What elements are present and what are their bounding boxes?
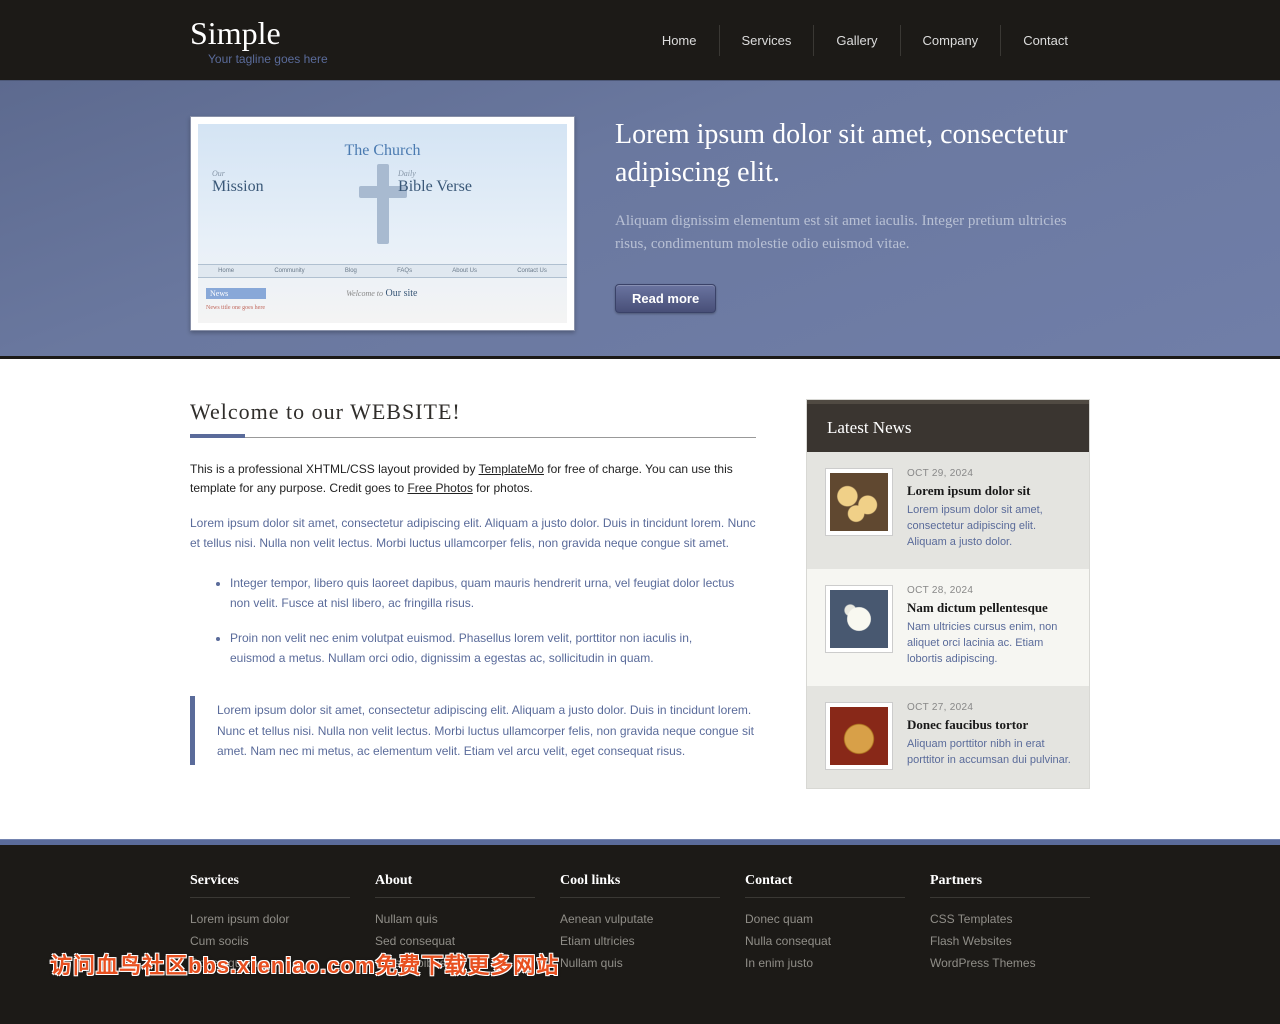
- logo-title: Simple: [190, 15, 328, 52]
- paragraph-1: Lorem ipsum dolor sit amet, consectetur …: [190, 514, 756, 552]
- main: Welcome to our WEBSITE! This is a profes…: [190, 399, 1090, 789]
- preview-title: The Church: [345, 142, 421, 160]
- logo-tagline: Your tagline goes here: [208, 52, 328, 66]
- footer-link[interactable]: Flash Websites: [930, 934, 1012, 948]
- footer-heading: About: [375, 873, 535, 898]
- footer-heading: Partners: [930, 873, 1090, 898]
- news-date: OCT 27, 2024: [907, 702, 1071, 713]
- footer-link[interactable]: Nullam quis: [560, 956, 623, 970]
- footer-link[interactable]: Cras dapibus: [375, 956, 446, 970]
- footer-link[interactable]: CSS Templates: [930, 912, 1012, 926]
- footer: Services Lorem ipsum dolor Cum sociis Do…: [0, 845, 1280, 1024]
- hero-image-frame: The Church Our Mission Daily Bible Verse…: [190, 116, 575, 331]
- footer-link[interactable]: Nullam quis: [375, 912, 438, 926]
- free-photos-link[interactable]: Free Photos: [407, 481, 472, 495]
- hero-heading: Lorem ipsum dolor sit amet, consectetur …: [615, 116, 1090, 192]
- news-thumbnail: [825, 585, 893, 653]
- blockquote: Lorem ipsum dolor sit amet, consectetur …: [190, 696, 756, 765]
- news-thumbnail: [825, 468, 893, 536]
- footer-col-services: Services Lorem ipsum dolor Cum sociis Do…: [190, 873, 350, 974]
- read-more-button[interactable]: Read more: [615, 284, 716, 313]
- hero: The Church Our Mission Daily Bible Verse…: [0, 80, 1280, 359]
- footer-link[interactable]: Etiam ultricies: [560, 934, 635, 948]
- news-thumbnail: [825, 702, 893, 770]
- nav-contact[interactable]: Contact: [1000, 25, 1090, 56]
- footer-col-partners: Partners CSS Templates Flash Websites Wo…: [930, 873, 1090, 974]
- logo[interactable]: Simple Your tagline goes here: [190, 15, 328, 66]
- intro-paragraph: This is a professional XHTML/CSS layout …: [190, 460, 756, 498]
- nav-gallery[interactable]: Gallery: [813, 25, 899, 56]
- header: Simple Your tagline goes here Home Servi…: [0, 0, 1280, 80]
- sidebar-heading: Latest News: [807, 400, 1089, 452]
- news-item[interactable]: OCT 29, 2024 Lorem ipsum dolor sit Lorem…: [807, 452, 1089, 569]
- footer-col-cool-links: Cool links Aenean vulputate Etiam ultric…: [560, 873, 720, 974]
- footer-col-contact: Contact Donec quam Nulla consequat In en…: [745, 873, 905, 974]
- footer-col-about: About Nullam quis Sed consequat Cras dap…: [375, 873, 535, 974]
- footer-heading: Services: [190, 873, 350, 898]
- footer-link[interactable]: Aenean vulputate: [560, 912, 653, 926]
- news-title: Nam dictum pellentesque: [907, 600, 1071, 616]
- news-title: Donec faucibus tortor: [907, 717, 1071, 733]
- footer-link[interactable]: Sed consequat: [375, 934, 455, 948]
- footer-link[interactable]: WordPress Themes: [930, 956, 1036, 970]
- news-item[interactable]: OCT 28, 2024 Nam dictum pellentesque Nam…: [807, 569, 1089, 686]
- hero-subheading: Aliquam dignissim elementum est sit amet…: [615, 210, 1090, 257]
- preview-welcome: Welcome to Our site: [338, 282, 567, 317]
- footer-link[interactable]: Cum sociis: [190, 934, 249, 948]
- footer-link[interactable]: Lorem ipsum dolor: [190, 912, 289, 926]
- news-excerpt: Aliquam porttitor nibh in erat porttitor…: [907, 737, 1071, 769]
- preview-news: News News title one goes here: [198, 282, 338, 317]
- nav-company[interactable]: Company: [900, 25, 1001, 56]
- preview-menu: HomeCommunityBlogFAQsAbout UsContact Us: [198, 264, 567, 278]
- news-item[interactable]: OCT 27, 2024 Donec faucibus tortor Aliqu…: [807, 686, 1089, 788]
- news-excerpt: Nam ultricies cursus enim, non aliquet o…: [907, 620, 1071, 668]
- news-date: OCT 29, 2024: [907, 468, 1071, 479]
- main-nav: Home Services Gallery Company Contact: [640, 25, 1090, 56]
- footer-heading: Cool links: [560, 873, 720, 898]
- list-item: Proin non velit nec enim volutpat euismo…: [230, 628, 756, 669]
- footer-link[interactable]: In enim justo: [745, 956, 813, 970]
- list-item: Integer tempor, libero quis laoreet dapi…: [230, 573, 756, 614]
- templatemo-link[interactable]: TemplateMo: [479, 462, 544, 476]
- news-date: OCT 28, 2024: [907, 585, 1071, 596]
- footer-link[interactable]: Nulla consequat: [745, 934, 831, 948]
- sidebar: Latest News OCT 29, 2024 Lorem ipsum dol…: [806, 399, 1090, 789]
- nav-services[interactable]: Services: [719, 25, 814, 56]
- footer-heading: Contact: [745, 873, 905, 898]
- hero-image: The Church Our Mission Daily Bible Verse…: [198, 124, 567, 323]
- footer-link[interactable]: Donec quam: [190, 956, 258, 970]
- news-excerpt: Lorem ipsum dolor sit amet, consectetur …: [907, 503, 1071, 551]
- page-title: Welcome to our WEBSITE!: [190, 399, 756, 438]
- preview-right-col: Daily Bible Verse: [398, 169, 553, 196]
- news-title: Lorem ipsum dolor sit: [907, 483, 1071, 499]
- nav-home[interactable]: Home: [640, 25, 719, 56]
- content-area: Welcome to our WEBSITE! This is a profes…: [190, 399, 756, 789]
- preview-left-col: Our Mission: [212, 169, 367, 196]
- bullet-list: Integer tempor, libero quis laoreet dapi…: [230, 573, 756, 669]
- footer-link[interactable]: Donec quam: [745, 912, 813, 926]
